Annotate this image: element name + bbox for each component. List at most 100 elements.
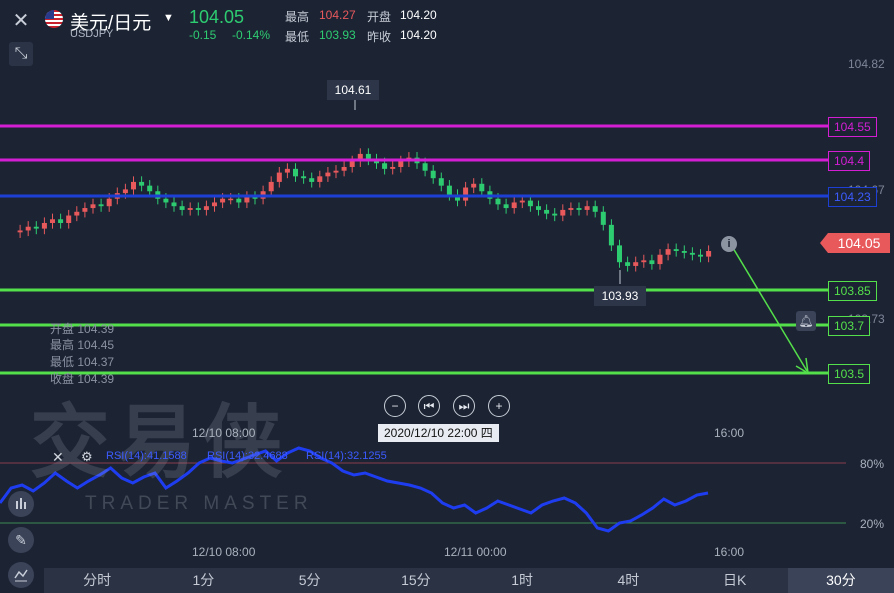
- time-label-rsi-3: 16:00: [714, 545, 745, 559]
- candle-body: [438, 178, 444, 186]
- candle-body: [228, 198, 234, 201]
- candle-body: [390, 166, 396, 169]
- step-forward-button[interactable]: ⏭: [453, 395, 475, 417]
- candle-body: [25, 226, 31, 231]
- chart-app: 交易侠 TRADER MASTER ✕ ⤡ 美元/日元 ▼ USDJPY 104…: [0, 0, 894, 593]
- tab-1h[interactable]: 1时: [469, 568, 575, 593]
- ohlc-high: 最高 104.45: [50, 338, 115, 352]
- candle-body: [422, 163, 428, 171]
- stat-high-value: 104.27: [319, 8, 356, 22]
- step-back-button[interactable]: ⏮: [418, 395, 440, 417]
- candle-body: [171, 202, 177, 207]
- time-label-rsi-1: 12/10 08:00: [192, 545, 256, 559]
- settings-icon[interactable]: ⚙: [81, 449, 93, 465]
- rsi-legend-1: RSI(14):41.1588: [106, 450, 187, 462]
- candle-body: [50, 219, 55, 223]
- candle-body: [276, 172, 282, 182]
- candle-body: [82, 208, 88, 212]
- price-tag-pointer: [820, 233, 828, 253]
- chart-type-icon[interactable]: [8, 562, 34, 588]
- candle-body: [430, 170, 436, 179]
- time-label-main-1: 12/10 08:00: [192, 426, 256, 440]
- candle-body: [349, 161, 355, 167]
- candle-body: [236, 198, 242, 203]
- candle-body: [568, 208, 574, 210]
- flag-icon: [45, 10, 63, 28]
- collapse-icon[interactable]: ⤡: [9, 42, 33, 66]
- tab-daily[interactable]: 日K: [682, 568, 788, 593]
- candle-body: [584, 206, 590, 210]
- close-icon[interactable]: ✕: [9, 8, 33, 32]
- candle-body: [608, 224, 614, 246]
- rsi-legend-2: RSI(14):32.4688: [207, 450, 288, 462]
- candle-body: [689, 252, 695, 255]
- candle-body: [633, 262, 639, 266]
- candle-body: [244, 196, 250, 203]
- tab-30m[interactable]: 30分: [787, 568, 894, 593]
- close-icon[interactable]: ✕: [52, 449, 64, 466]
- price-change-pct: -0.14%: [232, 28, 271, 42]
- candle-body: [560, 209, 566, 216]
- tab-15m[interactable]: 15分: [363, 568, 469, 593]
- candle-body: [681, 251, 687, 253]
- bell-icon[interactable]: 🔔︎: [796, 311, 816, 331]
- candle-body: [325, 172, 331, 177]
- info-icon[interactable]: i: [721, 236, 737, 252]
- candle-body: [665, 249, 671, 255]
- stat-prevclose-label: 昨收: [367, 30, 392, 44]
- symbol-code: USDJPY: [70, 28, 114, 40]
- candle-body: [163, 198, 169, 203]
- tab-1m[interactable]: 1分: [150, 568, 256, 593]
- tab-timeshare[interactable]: 分时: [44, 568, 150, 593]
- candle-body: [179, 206, 185, 210]
- zoom-out-button[interactable]: −: [384, 395, 406, 417]
- candle-body: [139, 181, 145, 186]
- stat-high-label: 最高: [285, 10, 310, 24]
- trend-arrow[interactable]: [732, 247, 808, 372]
- candle-body: [641, 260, 647, 263]
- candle-body: [495, 198, 501, 205]
- candle-body: [519, 200, 525, 203]
- candle-body: [122, 189, 128, 194]
- low-callout: 103.93: [594, 286, 646, 306]
- candle-body: [698, 254, 703, 257]
- rsi-20-label: 20%: [860, 517, 885, 531]
- ohlc-low: 最低 104.37: [50, 355, 115, 369]
- candle-body: [268, 181, 274, 192]
- candle-body: [600, 211, 606, 225]
- candle-body: [398, 161, 404, 167]
- level-tag-103-85: 103.85: [828, 281, 877, 301]
- candle-body: [479, 183, 485, 192]
- zoom-in-button[interactable]: +: [488, 395, 510, 417]
- chevron-down-icon[interactable]: ▼: [163, 12, 174, 24]
- candle-body: [106, 198, 112, 207]
- candle-body: [503, 204, 509, 209]
- candle-body: [317, 176, 323, 182]
- stat-low-value: 103.93: [319, 28, 356, 42]
- candle-body: [657, 254, 663, 265]
- candle-body: [195, 208, 201, 210]
- high-callout: 104.61: [327, 80, 379, 100]
- candle-body: [552, 213, 558, 216]
- candle-body: [333, 170, 339, 173]
- draw-pencil-icon[interactable]: ✎: [8, 527, 34, 553]
- candle-body: [203, 206, 209, 210]
- candle-body: [536, 206, 541, 210]
- candle-body: [463, 187, 469, 201]
- indicator-icon[interactable]: [8, 491, 34, 517]
- candle-body: [576, 208, 582, 210]
- time-label-rsi-2: 12/11 00:00: [444, 545, 507, 559]
- tab-5m[interactable]: 5分: [257, 568, 363, 593]
- rsi-80-label: 80%: [860, 457, 885, 471]
- tab-4h[interactable]: 4时: [575, 568, 681, 593]
- candle-body: [471, 183, 477, 188]
- candle-body: [74, 211, 80, 216]
- candle-body: [41, 222, 47, 229]
- level-tag-104-55: 104.55: [828, 117, 877, 137]
- level-tag-104-4: 104.4: [828, 151, 871, 171]
- stat-open-value: 104.20: [400, 8, 437, 22]
- candle-body: [511, 202, 517, 209]
- candle-body: [527, 200, 533, 207]
- candle-body: [301, 176, 307, 179]
- candle-body: [284, 168, 290, 173]
